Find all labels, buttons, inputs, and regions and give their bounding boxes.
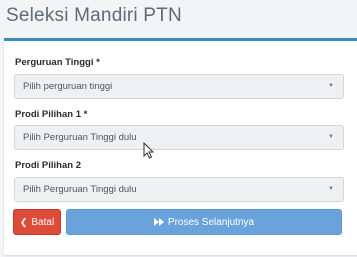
university-select[interactable]: Pilih perguruan tinggi ▼ [14,74,344,99]
cancel-button[interactable]: ❮ Batal [13,209,61,235]
chevron-left-icon: ❮ [19,216,28,227]
university-label: Perguruan Tinggi * [15,57,100,68]
chevron-down-icon: ▼ [328,83,334,89]
chevron-down-icon: ▼ [328,134,334,140]
next-button[interactable]: Proses Selanjutnya [66,209,342,235]
fast-forward-icon [153,218,164,226]
next-button-label: Proses Selanjutnya [167,216,255,228]
prodi2-select-value: Pilih Perguruan Tinggi dulu [23,184,137,195]
mouse-cursor-icon [143,141,155,164]
prodi1-label: Prodi Pilihan 1 * [15,109,88,120]
prodi2-label: Prodi Pilihan 2 [15,160,81,171]
prodi1-select[interactable]: Pilih Perguruan Tinggi dulu ▼ [14,125,344,150]
prodi1-select-value: Pilih Perguruan Tinggi dulu [23,132,137,143]
cancel-button-label: Batal [31,216,55,228]
prodi2-select[interactable]: Pilih Perguruan Tinggi dulu ▼ [14,177,344,202]
page: Seleksi Mandiri PTN Perguruan Tinggi * P… [0,0,357,257]
chevron-down-icon: ▼ [328,186,334,192]
university-select-value: Pilih perguruan tinggi [23,81,113,92]
page-title: Seleksi Mandiri PTN [6,5,182,26]
